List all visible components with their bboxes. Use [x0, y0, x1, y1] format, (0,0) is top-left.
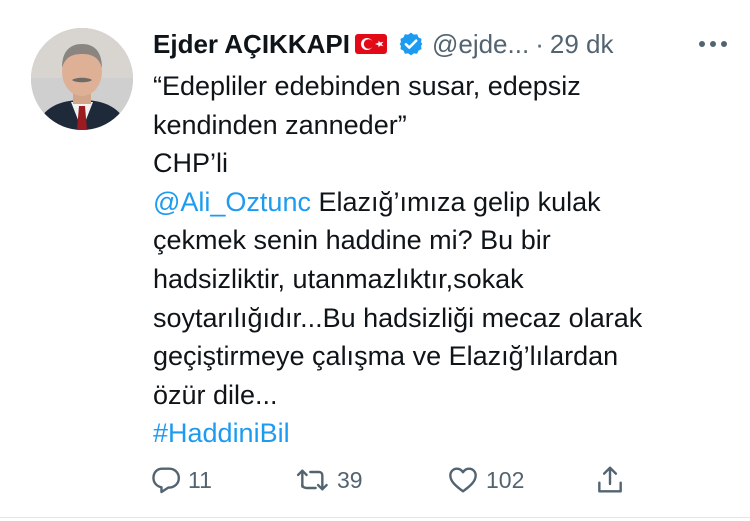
tweet-text-line: kendinden zanneder” — [153, 109, 407, 140]
avatar[interactable] — [31, 28, 133, 130]
author-handle[interactable]: @ejde... — [432, 29, 529, 60]
share-button[interactable] — [594, 460, 626, 500]
tweet-text-line: @Ali_Oztunc Elazığ’ımıza gelip kulak — [153, 183, 743, 222]
author-name[interactable]: Ejder AÇIKKAPI — [153, 29, 350, 60]
tweet-timestamp[interactable]: 29 dk — [550, 29, 614, 60]
tweet-text-line: “Edepliler edebinden susar, edepsiz — [153, 71, 581, 101]
reply-count: 11 — [188, 466, 212, 493]
tweet-text-line: özür dile... — [153, 379, 278, 410]
separator-dot: · — [535, 28, 544, 59]
retweet-count: 39 — [337, 466, 363, 493]
share-icon — [594, 464, 626, 496]
retweet-icon — [295, 464, 331, 496]
tweet-text: “Edepliler edebinden susar, edepsiz kend… — [153, 67, 743, 453]
tweet-text-line: CHP’li — [153, 148, 229, 179]
divider — [0, 517, 750, 518]
like-button[interactable]: 102 — [446, 460, 524, 500]
retweet-button[interactable]: 39 — [295, 460, 363, 500]
heart-icon — [446, 464, 480, 496]
verified-badge-icon — [398, 31, 424, 57]
turkey-flag-icon — [354, 32, 388, 56]
hashtag-link[interactable]: #HaddiniBil — [153, 414, 743, 453]
reply-icon — [150, 464, 182, 496]
reply-button[interactable]: 11 — [150, 460, 212, 500]
tweet-text-line: çekmek senin haddine mi? Bu bir — [153, 225, 551, 256]
mention-link[interactable]: @Ali_Oztunc — [153, 187, 311, 217]
tweet-card[interactable]: Ejder AÇIKKAPI @ejde... · 29 dk “Edeplil… — [0, 0, 750, 521]
tweet-text-line: soytarılığıdır...Bu hadsizliği mecaz ola… — [153, 302, 643, 333]
more-options-icon[interactable] — [693, 30, 733, 58]
like-count: 102 — [486, 466, 525, 493]
tweet-text-fragment: Elazığ’ımıza gelip kulak — [310, 186, 601, 217]
tweet-header: Ejder AÇIKKAPI @ejde... · 29 dk — [153, 26, 743, 62]
tweet-text-line: geçiştirmeye çalışma ve Elazığ’lılardan — [153, 341, 619, 372]
tweet-text-line: hadsizliktir, utanmazlıktır,sokak — [153, 263, 524, 294]
tweet-actions: 11 39 102 — [150, 460, 650, 500]
